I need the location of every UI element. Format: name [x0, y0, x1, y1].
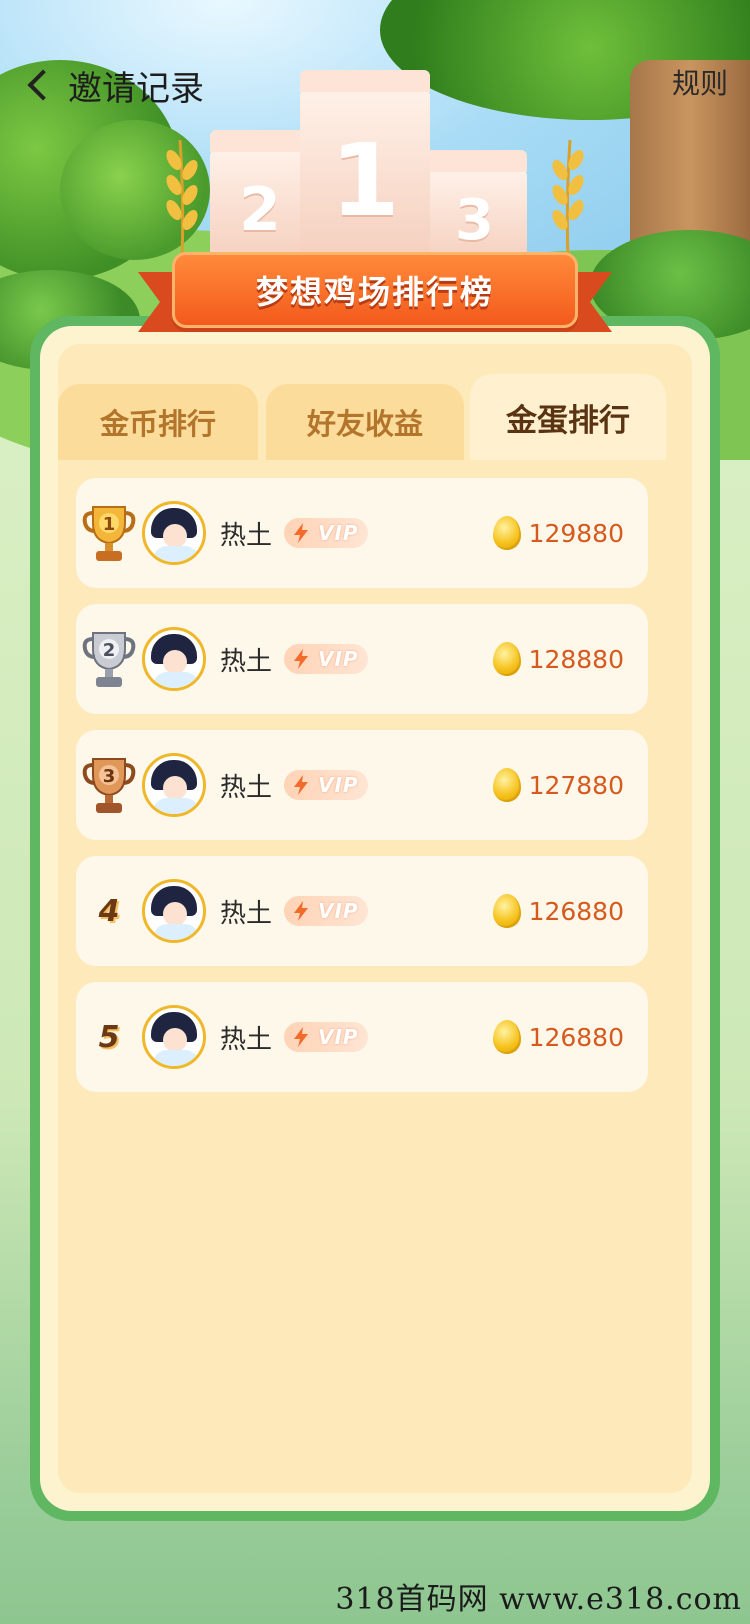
score-value: 128880 [528, 644, 624, 674]
silver-trophy-icon: 2 [82, 632, 136, 687]
page-title: 邀请记录 [68, 68, 204, 109]
back-button[interactable]: 邀请记录 [22, 58, 204, 112]
wheat-icon [552, 140, 584, 260]
lightning-icon [294, 901, 309, 921]
vip-badge: VIP [284, 1022, 369, 1052]
egg-score: 126880 [492, 856, 624, 966]
score-value: 127880 [528, 770, 624, 800]
rank-number: 2 [103, 640, 116, 661]
gold-trophy-icon: 1 [82, 506, 136, 561]
avatar [142, 627, 206, 691]
rank-number: 4 [98, 893, 120, 929]
vip-badge: VIP [284, 770, 369, 800]
wheat-icon [166, 140, 198, 260]
vip-label: VIP [318, 899, 359, 923]
user-name: 热土 [220, 1024, 273, 1055]
bronze-trophy-icon: 3 [82, 758, 136, 813]
podium-illustration: 2 3 1 [200, 70, 540, 270]
egg-score: 128880 [492, 604, 624, 714]
golden-egg-icon [492, 516, 521, 550]
tab-friend-earnings[interactable]: 好友收益 [266, 384, 464, 460]
user-name: 热土 [220, 520, 273, 551]
rank-badge: 3 [76, 750, 142, 820]
vip-label: VIP [318, 773, 359, 797]
rank-badge: 2 [76, 624, 142, 694]
podium-third-number: 3 [455, 187, 494, 253]
tab-coin-ranking[interactable]: 金币排行 [58, 384, 258, 460]
vip-label: VIP [318, 1025, 359, 1049]
list-item[interactable]: 2 热土 VIP 128880 [76, 604, 648, 714]
podium-first: 1 [300, 70, 430, 270]
watermark: 318首码网 www.e318.com [335, 1582, 742, 1617]
egg-score: 129880 [492, 478, 624, 588]
list-item[interactable]: 1 热土 VIP 129880 [76, 478, 648, 588]
list-item[interactable]: 5 热土 VIP 126880 [76, 982, 648, 1092]
rank-number: 3 [103, 766, 116, 787]
vip-badge: VIP [284, 518, 369, 548]
rank-number: 1 [103, 514, 116, 535]
user-name: 热土 [220, 646, 273, 677]
golden-egg-icon [492, 1020, 521, 1054]
banner-title: 梦想鸡场排行榜 [255, 273, 494, 311]
vip-badge: VIP [284, 644, 369, 674]
lightning-icon [294, 649, 309, 669]
golden-egg-icon [492, 894, 521, 928]
avatar [142, 753, 206, 817]
podium-second-number: 2 [239, 175, 281, 245]
rank-badge: 1 [76, 498, 142, 568]
list-item[interactable]: 4 热土 VIP 126880 [76, 856, 648, 966]
list-item[interactable]: 3 热土 VIP 127880 [76, 730, 648, 840]
user-name: 热土 [220, 772, 273, 803]
tab-golden-egg-ranking[interactable]: 金蛋排行 [470, 374, 666, 460]
rules-button[interactable]: 规则 [672, 62, 728, 102]
score-value: 129880 [528, 518, 624, 548]
leaderboard-card: 金币排行 好友收益 金蛋排行 1 热土 VIP 129880 2 热土 VIP … [30, 316, 720, 1521]
ranking-list: 1 热土 VIP 129880 2 热土 VIP 128880 3 热土 VIP… [76, 478, 648, 1108]
rank-badge: 4 [76, 876, 142, 946]
vip-label: VIP [318, 647, 359, 671]
lightning-icon [294, 775, 309, 795]
avatar [142, 879, 206, 943]
rank-number: 5 [98, 1019, 120, 1055]
lightning-icon [294, 523, 309, 543]
golden-egg-icon [492, 642, 521, 676]
score-value: 126880 [528, 896, 624, 926]
avatar [142, 501, 206, 565]
rank-badge: 5 [76, 1002, 142, 1072]
lightning-icon [294, 1027, 309, 1047]
leaderboard-banner: 梦想鸡场排行榜 [138, 252, 612, 344]
egg-score: 127880 [492, 730, 624, 840]
user-name: 热土 [220, 898, 273, 929]
vip-label: VIP [318, 521, 359, 545]
score-value: 126880 [528, 1022, 624, 1052]
tab-bar: 金币排行 好友收益 金蛋排行 [58, 374, 692, 460]
golden-egg-icon [492, 768, 521, 802]
podium-first-number: 1 [330, 121, 400, 239]
vip-badge: VIP [284, 896, 369, 926]
chevron-left-icon [27, 69, 59, 101]
egg-score: 126880 [492, 982, 624, 1092]
avatar [142, 1005, 206, 1069]
